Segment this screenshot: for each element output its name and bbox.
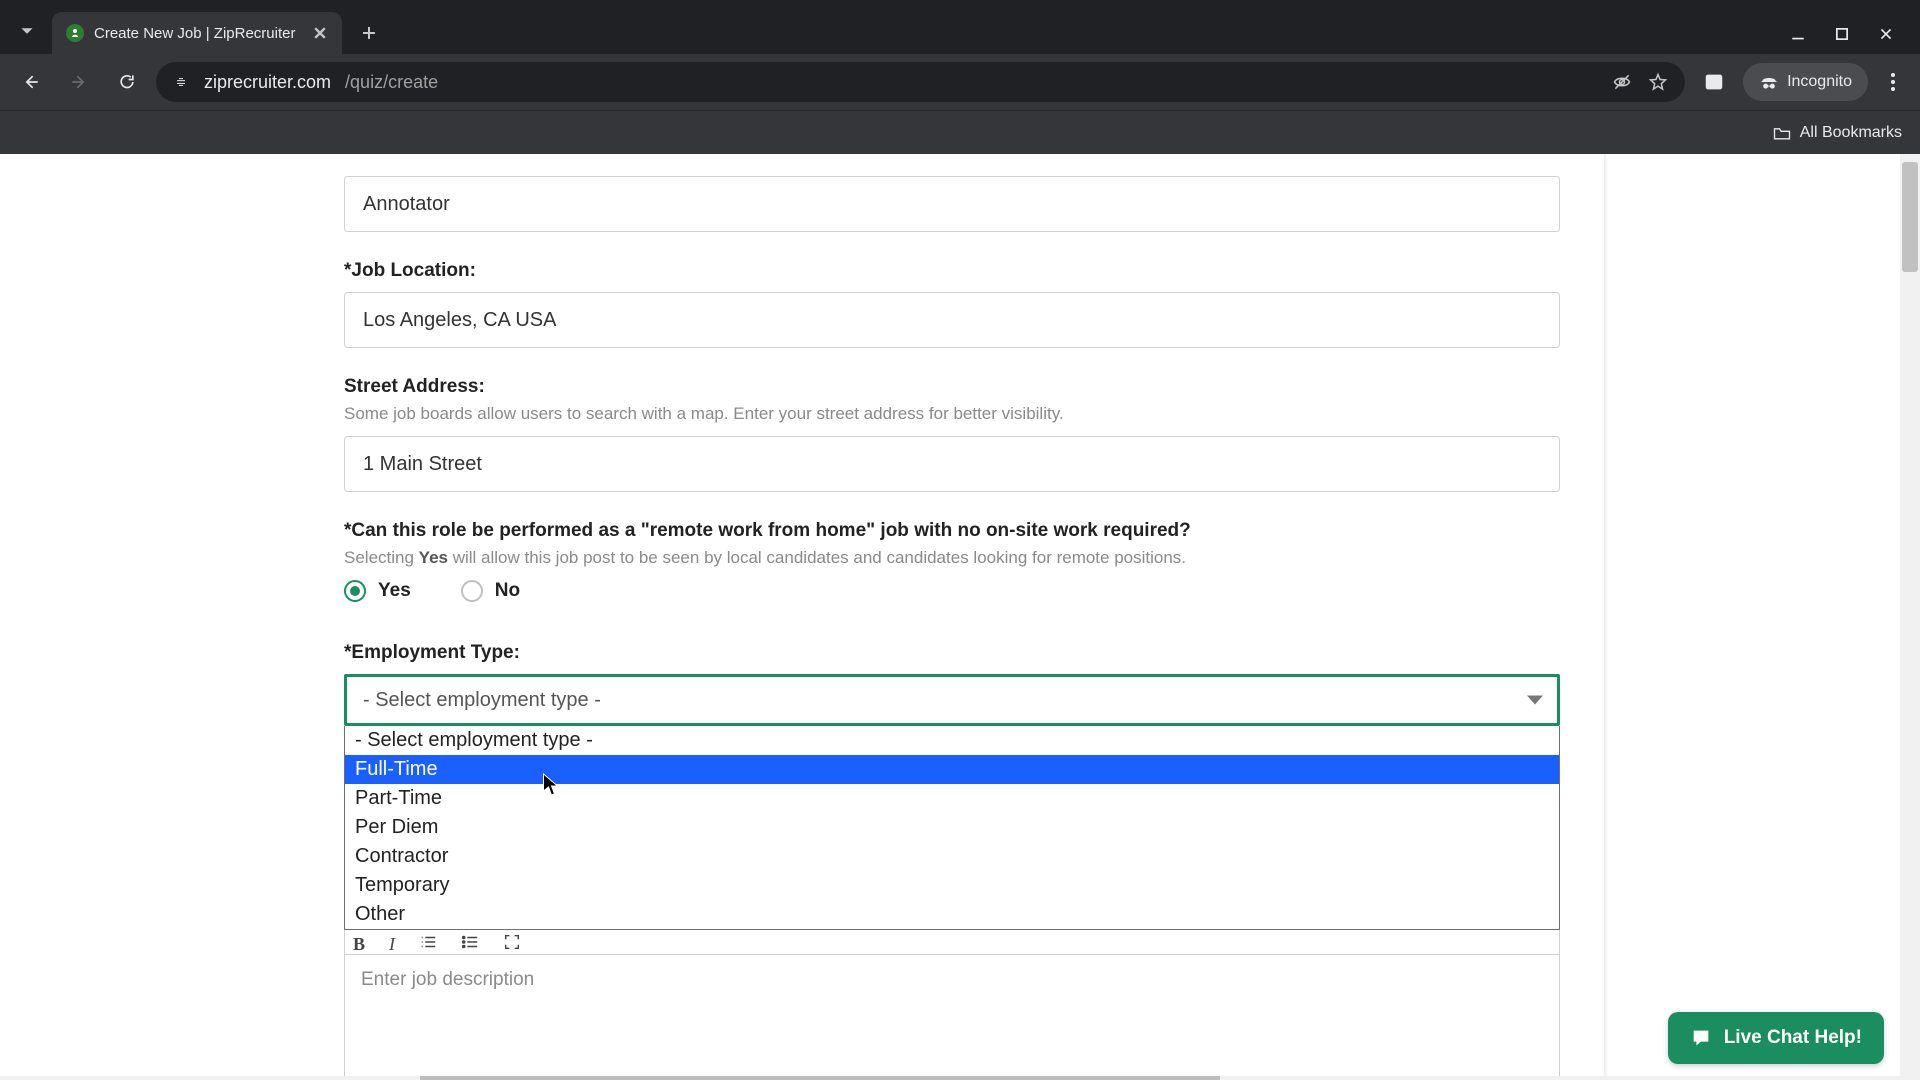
employment-option-parttime[interactable]: Part-Time [345, 784, 1559, 813]
job-title-input[interactable]: Annotator [344, 176, 1560, 232]
browser-tab[interactable]: Create New Job | ZipRecruiter [52, 12, 342, 54]
job-title-value: Annotator [363, 193, 450, 216]
site-settings-icon[interactable] [172, 73, 190, 91]
card-shadow [1604, 154, 1608, 1080]
window-controls [1790, 26, 1910, 54]
maximize-button[interactable] [1834, 26, 1850, 42]
description-toolbar: B I [344, 930, 1560, 954]
italic-button[interactable]: I [389, 934, 395, 955]
bookmarks-bar: All Bookmarks [0, 110, 1920, 154]
remote-yes-label: Yes [378, 580, 411, 602]
employment-option-other[interactable]: Other [345, 900, 1559, 929]
employment-type-dropdown: - Select employment type - Full-Time Par… [344, 726, 1560, 930]
remote-no-label: No [495, 580, 520, 602]
job-location-label: *Job Location: [344, 260, 1560, 282]
forward-button[interactable] [60, 63, 98, 101]
all-bookmarks-label: All Bookmarks [1800, 124, 1902, 142]
close-window-button[interactable] [1878, 26, 1894, 42]
street-address-input[interactable]: 1 Main Street [344, 436, 1560, 492]
employment-type-select[interactable]: - Select employment type - [344, 674, 1560, 726]
job-description-input[interactable]: Enter job description [344, 954, 1560, 1080]
tabs-menu-button[interactable] [10, 14, 44, 48]
ziprecruiter-favicon-icon [66, 24, 84, 42]
street-address-hint: Some job boards allow users to search wi… [344, 404, 1560, 424]
live-chat-label: Live Chat Help! [1724, 1027, 1862, 1049]
employment-option-fulltime[interactable]: Full-Time [345, 755, 1559, 784]
remote-question-label: *Can this role be performed as a "remote… [344, 520, 1560, 542]
reload-button[interactable] [108, 63, 146, 101]
chrome-menu-button[interactable] [1878, 63, 1908, 101]
employment-option-contractor[interactable]: Contractor [345, 842, 1559, 871]
minimize-button[interactable] [1790, 26, 1806, 42]
incognito-indicator[interactable]: Incognito [1743, 63, 1868, 101]
url-path: /quiz/create [345, 72, 438, 93]
tab-strip: Create New Job | ZipRecruiter [0, 0, 1920, 54]
browser-toolbar: ziprecruiter.com/quiz/create Incognito [0, 54, 1920, 110]
unordered-list-button[interactable] [461, 933, 479, 956]
street-address-label: Street Address: [344, 376, 1560, 398]
chevron-down-icon [1527, 696, 1543, 705]
job-location-value: Los Angeles, CA USA [363, 309, 556, 332]
bookmark-star-icon[interactable] [1647, 71, 1669, 93]
close-tab-button[interactable] [312, 25, 328, 41]
employment-type-label: *Employment Type: [344, 642, 1560, 664]
fullscreen-button[interactable] [503, 933, 521, 956]
new-tab-button[interactable] [352, 16, 386, 50]
employment-option-placeholder[interactable]: - Select employment type - [345, 726, 1559, 755]
remote-question-hint: Selecting Yes will allow this job post t… [344, 548, 1560, 568]
scrollbar-thumb[interactable] [1902, 162, 1918, 272]
live-chat-button[interactable]: Live Chat Help! [1668, 1012, 1884, 1064]
remote-yes-radio[interactable]: Yes [344, 580, 411, 602]
radio-unchecked-icon [461, 580, 483, 602]
ordered-list-button[interactable] [419, 933, 437, 956]
vertical-scrollbar[interactable] [1900, 154, 1920, 1080]
employment-option-perdiem[interactable]: Per Diem [345, 813, 1559, 842]
remote-radio-group: Yes No [344, 580, 1560, 602]
side-panel-button[interactable] [1695, 63, 1733, 101]
horizontal-scrollbar[interactable] [0, 1076, 1900, 1080]
street-address-value: 1 Main Street [363, 453, 482, 476]
address-bar[interactable]: ziprecruiter.com/quiz/create [156, 62, 1685, 102]
remote-no-radio[interactable]: No [461, 580, 520, 602]
incognito-label: Incognito [1787, 73, 1852, 91]
url-domain: ziprecruiter.com [204, 72, 331, 93]
job-form: Annotator *Job Location: Los Angeles, CA… [344, 154, 1560, 1080]
eye-off-icon[interactable] [1611, 71, 1633, 93]
browser-window: Create New Job | ZipRecruiter [0, 0, 1920, 1080]
job-description-placeholder: Enter job description [361, 969, 534, 990]
tab-title: Create New Job | ZipRecruiter [94, 25, 302, 42]
employment-option-temporary[interactable]: Temporary [345, 871, 1559, 900]
employment-type-selected: - Select employment type - [363, 689, 601, 712]
radio-checked-icon [344, 580, 366, 602]
back-button[interactable] [12, 63, 50, 101]
job-location-input[interactable]: Los Angeles, CA USA [344, 292, 1560, 348]
page-viewport: Annotator *Job Location: Los Angeles, CA… [0, 154, 1920, 1080]
all-bookmarks-button[interactable]: All Bookmarks [1772, 123, 1902, 143]
bold-button[interactable]: B [353, 934, 365, 955]
